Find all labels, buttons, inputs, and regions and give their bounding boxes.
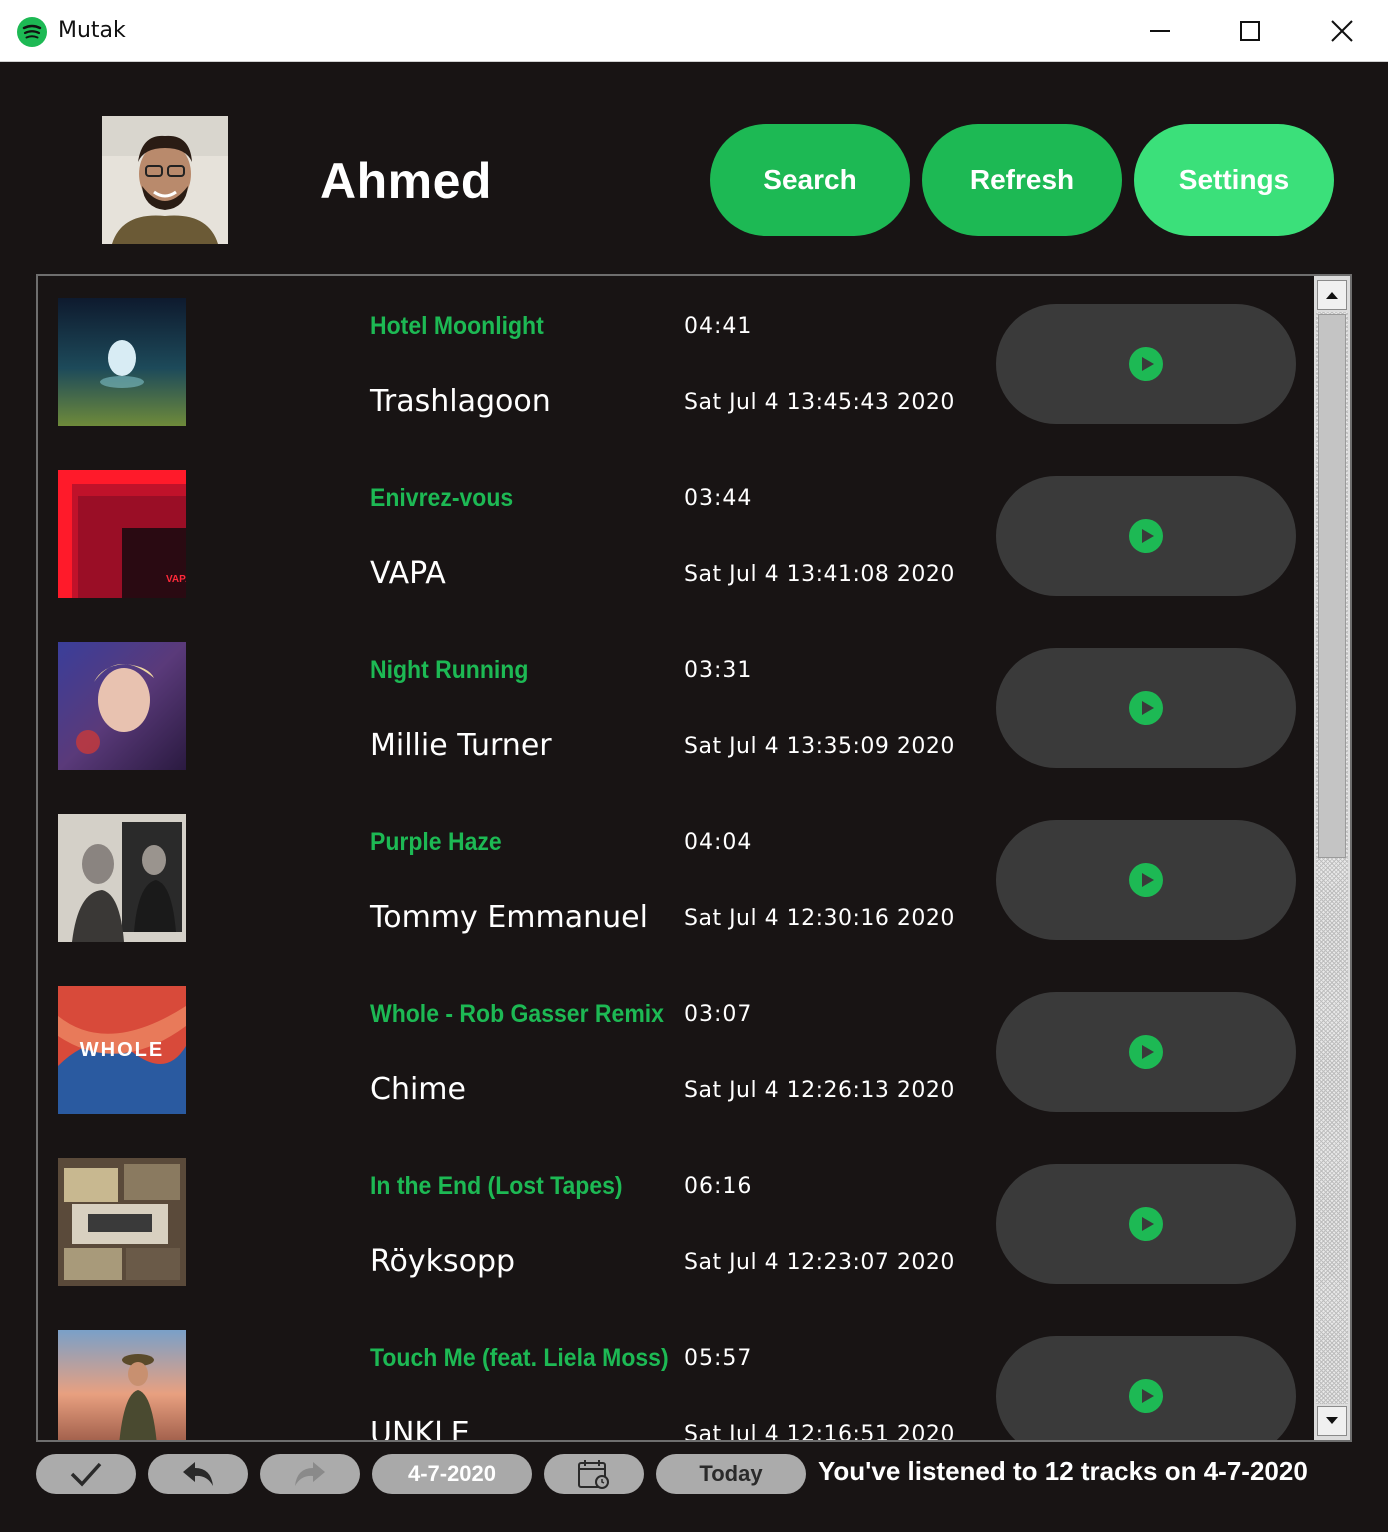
maximize-button[interactable]	[1204, 0, 1296, 62]
track-artist: VAPA	[370, 556, 446, 591]
arrow-up-icon	[1326, 292, 1338, 299]
redo-icon	[295, 1462, 325, 1486]
track-title: In the End (Lost Tapes)	[370, 1172, 623, 1200]
track-artist: Chime	[370, 1072, 466, 1107]
window-title: Mutak	[58, 18, 126, 43]
play-icon	[1129, 1379, 1163, 1413]
list-item: Night Running 03:31 Millie Turner Sat Ju…	[38, 620, 1312, 792]
album-cover	[58, 1158, 186, 1286]
track-duration: 03:31	[684, 658, 753, 683]
avatar	[102, 116, 228, 244]
track-duration: 06:16	[684, 1174, 753, 1199]
close-icon	[1331, 20, 1353, 42]
check-icon	[70, 1462, 102, 1487]
scrollbar[interactable]	[1314, 276, 1350, 1440]
played-timestamp: Sat Jul 4 12:16:51 2020	[684, 1422, 955, 1440]
track-title: Night Running	[370, 656, 529, 684]
track-list: Hotel Moonlight 04:41 Trashlagoon Sat Ju…	[36, 274, 1352, 1442]
list-item: VAPA Enivrez-vous 03:44 VAPA Sat Jul 4 1…	[38, 448, 1312, 620]
play-icon	[1129, 691, 1163, 725]
track-title: Purple Haze	[370, 828, 502, 856]
play-icon	[1129, 1207, 1163, 1241]
play-button[interactable]	[996, 1164, 1296, 1284]
play-icon	[1129, 519, 1163, 553]
track-artist: UNKLE	[370, 1416, 470, 1440]
maximize-icon	[1240, 21, 1260, 41]
window-titlebar: Mutak	[0, 0, 1388, 62]
played-timestamp: Sat Jul 4 12:23:07 2020	[684, 1250, 955, 1275]
forward-button[interactable]	[260, 1454, 360, 1494]
played-timestamp: Sat Jul 4 13:41:08 2020	[684, 562, 955, 587]
album-cover	[58, 1330, 186, 1440]
arrow-down-icon	[1326, 1417, 1338, 1424]
app-body: Ahmed Search Refresh Settings Hotel Moon…	[0, 62, 1388, 1532]
username: Ahmed	[320, 153, 492, 209]
cover-text: VAPA	[166, 574, 186, 585]
album-cover	[58, 298, 186, 426]
settings-button[interactable]: Settings	[1134, 124, 1334, 236]
scroll-down-button[interactable]	[1317, 1406, 1347, 1436]
search-button[interactable]: Search	[710, 124, 910, 236]
played-timestamp: Sat Jul 4 12:26:13 2020	[684, 1078, 955, 1103]
minimize-icon	[1150, 30, 1170, 32]
back-button[interactable]	[148, 1454, 248, 1494]
track-artist: Millie Turner	[370, 728, 552, 763]
track-artist: Röyksopp	[370, 1244, 516, 1279]
track-duration: 04:41	[684, 314, 753, 339]
today-button[interactable]: Today	[656, 1454, 806, 1494]
play-button[interactable]	[996, 1336, 1296, 1440]
cover-text: WHOLE	[80, 1039, 164, 1061]
played-timestamp: Sat Jul 4 13:45:43 2020	[684, 390, 955, 415]
track-artist: Tommy Emmanuel	[370, 900, 648, 935]
list-item: Purple Haze 04:04 Tommy Emmanuel Sat Jul…	[38, 792, 1312, 964]
minimize-button[interactable]	[1114, 0, 1206, 62]
calendar-button[interactable]	[544, 1454, 644, 1494]
play-icon	[1129, 347, 1163, 381]
play-button[interactable]	[996, 648, 1296, 768]
listening-summary: You've listened to 12 tracks on 4-7-2020	[818, 1456, 1308, 1486]
play-button[interactable]	[996, 992, 1296, 1112]
track-title: Enivrez-vous	[370, 484, 514, 512]
track-duration: 03:07	[684, 1002, 753, 1027]
track-artist: Trashlagoon	[370, 384, 551, 419]
undo-icon	[183, 1462, 213, 1486]
album-cover: WHOLE	[58, 986, 186, 1114]
album-cover	[58, 642, 186, 770]
track-duration: 04:04	[684, 830, 753, 855]
play-icon	[1129, 1035, 1163, 1069]
play-button[interactable]	[996, 476, 1296, 596]
track-title: Whole - Rob Gasser Remix	[370, 1000, 664, 1028]
confirm-button[interactable]	[36, 1454, 136, 1494]
album-cover	[58, 814, 186, 942]
list-item: WHOLE Whole - Rob Gasser Remix 03:07 Chi…	[38, 964, 1312, 1136]
calendar-icon	[578, 1460, 609, 1489]
track-title: Hotel Moonlight	[370, 312, 544, 340]
play-button[interactable]	[996, 820, 1296, 940]
track-title: Touch Me (feat. Liela Moss)	[370, 1344, 669, 1372]
list-item: Hotel Moonlight 04:41 Trashlagoon Sat Ju…	[38, 276, 1312, 448]
album-cover: VAPA	[58, 470, 186, 598]
refresh-button[interactable]: Refresh	[922, 124, 1122, 236]
list-item: In the End (Lost Tapes) 06:16 Röyksopp S…	[38, 1136, 1312, 1308]
play-button[interactable]	[996, 304, 1296, 424]
scrollbar-thumb[interactable]	[1318, 314, 1346, 858]
list-item: Touch Me (feat. Liela Moss) 05:57 UNKLE …	[38, 1308, 1312, 1440]
played-timestamp: Sat Jul 4 13:35:09 2020	[684, 734, 955, 759]
play-icon	[1129, 863, 1163, 897]
played-timestamp: Sat Jul 4 12:30:16 2020	[684, 906, 955, 931]
close-button[interactable]	[1296, 0, 1388, 62]
app-logo-icon	[17, 17, 47, 47]
track-duration: 03:44	[684, 486, 753, 511]
date-display[interactable]: 4-7-2020	[372, 1454, 532, 1494]
track-duration: 05:57	[684, 1346, 753, 1371]
scroll-up-button[interactable]	[1317, 280, 1347, 310]
track-list-viewport: Hotel Moonlight 04:41 Trashlagoon Sat Ju…	[38, 276, 1312, 1440]
